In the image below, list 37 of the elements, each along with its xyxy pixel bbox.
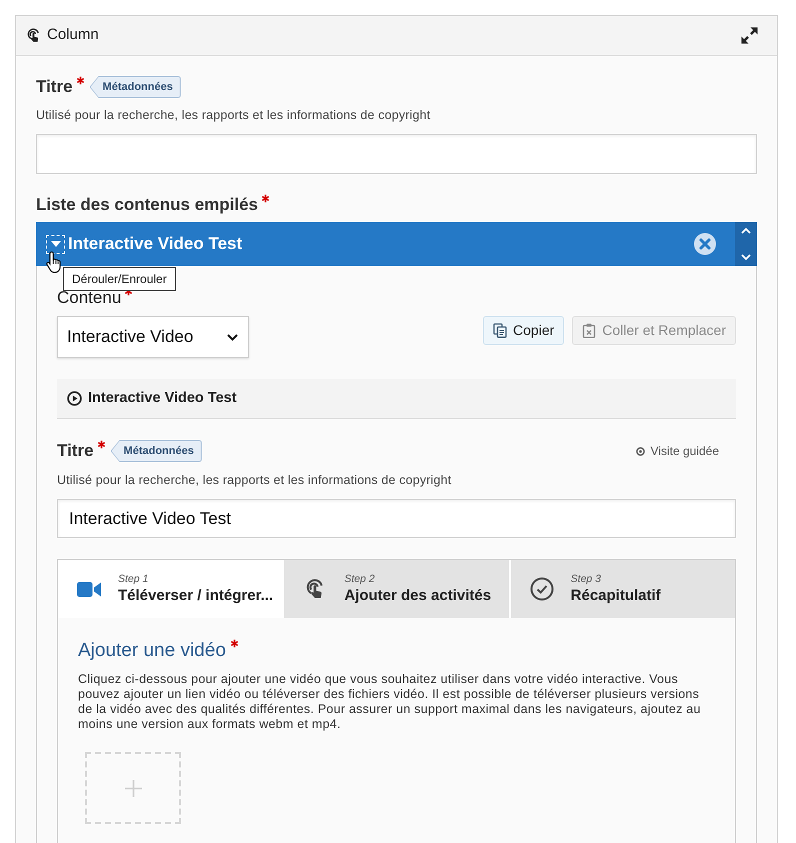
upload-description: Cliquez ci-dessous pour ajouter une vidéo que vous souhaitez utiliser dans votre vidéo interactive. Vous pouvez ajouter un lien vidéo ou téléverser des fichiers vidéo. Il est possible de téléverser plusieurs versions de la vidéo avec des qualités différentes. Pour assurer un support maximal dans les navigateurs, ajoutez au moins une version aux formats webm et mp4. (78, 672, 702, 732)
chevron-down-icon (741, 254, 751, 261)
copy-button[interactable]: Copier (483, 316, 564, 345)
metadata-tag[interactable]: Métadonnées (110, 440, 202, 462)
chevron-down-icon (227, 334, 238, 340)
guided-tour-link[interactable]: Visite guidée (636, 442, 736, 460)
field-description: Utilisé pour la recherche, les rapports et les informations de copyright (36, 107, 432, 123)
section-header[interactable]: Interactive Video Test (57, 379, 736, 419)
text-input[interactable] (36, 134, 757, 174)
metadata-tag[interactable]: Métadonnées (90, 76, 181, 98)
copy-icon (493, 323, 508, 338)
text-input[interactable]: Interactive Video Test (57, 499, 736, 538)
remove-icon[interactable] (694, 233, 716, 255)
check-circle-icon (530, 577, 554, 601)
move-down-button[interactable] (741, 254, 751, 261)
move-up-button[interactable] (741, 227, 751, 234)
target-icon (636, 446, 644, 456)
field-description: Utilisé pour la recherche, les rapports et les informations de copyright (57, 472, 452, 488)
expand-icon[interactable] (740, 26, 759, 45)
video-camera-icon (77, 580, 101, 598)
tooltip: Dérouler/Enrouler (63, 267, 176, 291)
caret-down-icon (50, 241, 60, 247)
panel-title: Column (47, 25, 99, 46)
chevron-up-icon (741, 227, 751, 234)
plus-icon (124, 780, 142, 796)
section-heading: Ajouter une vidéo (78, 640, 226, 662)
step-tab[interactable]: Step 2 Ajouter des activités (282, 560, 509, 618)
item-title: Interactive Video Test (68, 233, 242, 256)
field-label: Titre (57, 440, 94, 462)
touch-icon (25, 27, 42, 44)
play-circle-icon (67, 391, 82, 406)
field-label: Liste des contenus empilés (36, 194, 258, 216)
content-select[interactable]: Interactive Video (57, 316, 249, 358)
step-tab[interactable]: Step 1 Téléverser / intégrer... (58, 560, 282, 618)
step-tab[interactable]: Step 3 Récapitulatif (508, 560, 735, 618)
clipboard-x-icon (582, 323, 596, 338)
field-label: Titre (36, 76, 73, 98)
